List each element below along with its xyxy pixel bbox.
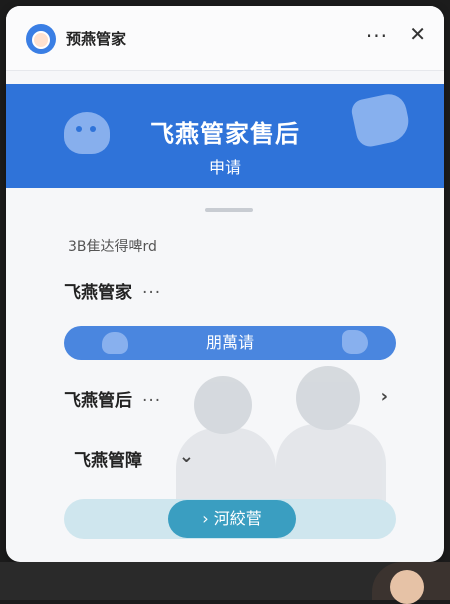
chevron-right-icon: ›	[380, 386, 388, 407]
app-avatar	[26, 24, 56, 54]
title-bar: 预燕管家 ··· ✕	[6, 6, 444, 71]
avatar-face	[32, 31, 50, 49]
drag-handle[interactable]	[205, 208, 253, 212]
option-row-2[interactable]: 飞燕管后 ··· ›	[64, 386, 396, 416]
bottom-action-label: 河絞菅	[213, 509, 262, 528]
option-row-3[interactable]: 飞燕管障 ⌄	[74, 446, 194, 476]
option-row-2-label: 飞燕管后	[64, 391, 132, 411]
option-row-2-dots: ···	[142, 391, 162, 411]
option-row-1[interactable]: 飞燕管家 ···	[64, 278, 396, 308]
arrow-right-icon: ›	[202, 509, 209, 528]
option-row-1-label: 飞燕管家	[64, 283, 132, 303]
option-row-1-dots: ···	[142, 283, 162, 303]
section-label: 3B隹达得啤rd	[68, 239, 157, 255]
person-photo	[372, 562, 450, 604]
more-dots-icon[interactable]: ···	[366, 24, 388, 48]
option-row-3-label: 飞燕管障	[74, 451, 142, 471]
close-icon[interactable]: ✕	[409, 22, 426, 46]
banner-subtitle: 申请	[208, 158, 241, 177]
background-photo	[0, 562, 450, 604]
apply-pill-label: 朋萬请	[205, 333, 254, 352]
banner-title: 飞燕管家售后	[150, 120, 300, 148]
ghost-decoration-icon	[102, 332, 128, 354]
app-window: 预燕管家 ··· ✕ 飞燕管家售后 申请 3B隹达得啤rd 飞燕管家 ··· 朋萬…	[6, 6, 444, 562]
bird-decoration-icon	[342, 330, 368, 354]
bottom-action-button[interactable]: › 河絞菅	[168, 500, 296, 538]
apply-pill-button[interactable]: 朋萬请	[64, 326, 396, 360]
header-banner: 飞燕管家售后 申请	[6, 84, 444, 188]
app-title: 预燕管家	[66, 30, 127, 48]
chevron-down-icon: ⌄	[178, 446, 194, 467]
